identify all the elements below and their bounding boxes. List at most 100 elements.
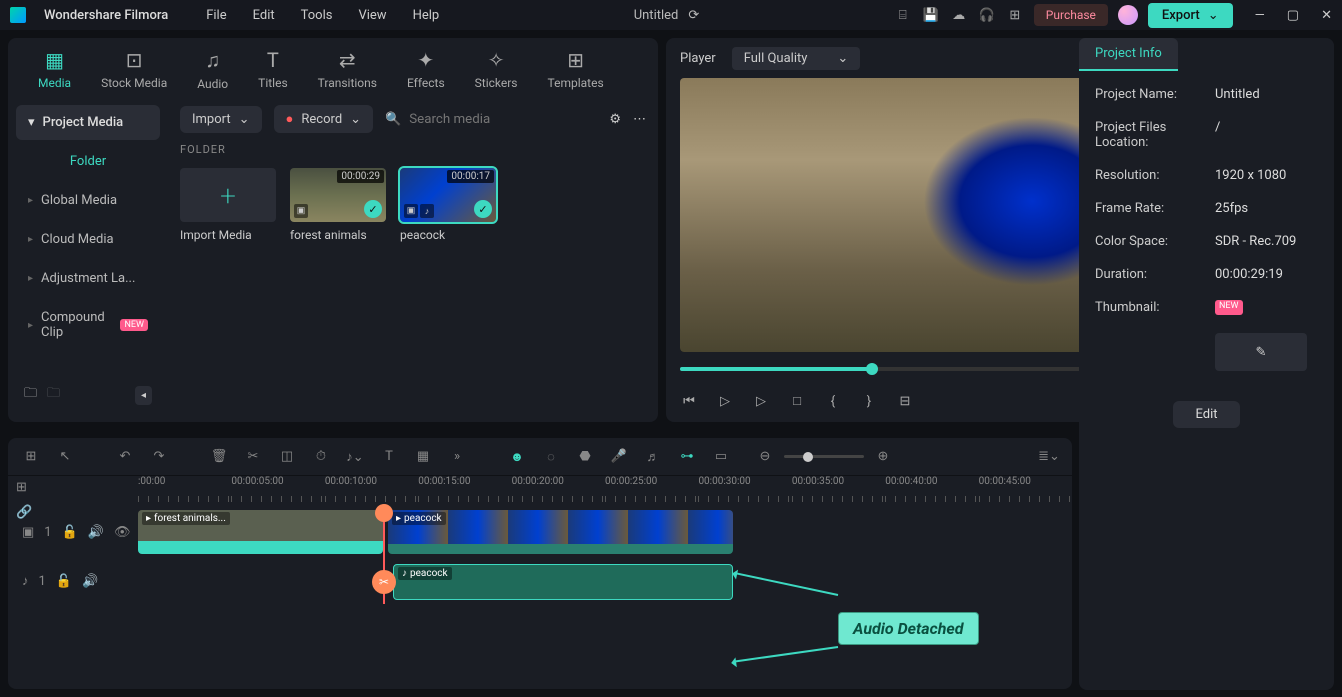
doc-title-area: Untitled ⟳ — [457, 8, 876, 23]
stop-icon[interactable]: □ — [788, 392, 806, 410]
close-icon[interactable]: ✕ — [1321, 8, 1332, 23]
thumbnail-picker[interactable]: ✎ — [1215, 333, 1307, 371]
text-tool-icon[interactable]: T — [380, 448, 398, 466]
cursor-icon[interactable]: ↖ — [56, 448, 74, 466]
export-button[interactable]: Export⌄ — [1148, 3, 1233, 28]
purchase-button[interactable]: Purchase — [1034, 4, 1108, 26]
search-field[interactable] — [409, 112, 529, 127]
media-clip-peacock[interactable]: 00:00:17 ▣♪ ✓ peacock — [400, 168, 496, 242]
mark-out-icon[interactable]: } — [860, 392, 878, 410]
compare-icon[interactable]: ⊟ — [896, 392, 914, 410]
visible-icon[interactable]: 👁 — [114, 525, 131, 540]
tab-transitions[interactable]: ⇄Transitions — [318, 48, 377, 91]
playhead[interactable]: ✂ — [383, 506, 385, 604]
sidebar-item-cloud[interactable]: ▸Cloud Media — [16, 222, 160, 257]
track-options-icon[interactable]: ≣⌄ — [1040, 448, 1058, 466]
apps-icon[interactable]: ⊞ — [1006, 6, 1024, 24]
sidebar-item-adjustment[interactable]: ▸Adjustment La... — [16, 261, 160, 296]
prev-frame-icon[interactable]: ⏮ — [680, 392, 698, 410]
tab-effects[interactable]: ✦Effects — [407, 48, 445, 91]
color-tool-icon[interactable]: ▦ — [414, 448, 432, 466]
menu-view[interactable]: View — [358, 8, 386, 23]
menu-tools[interactable]: Tools — [301, 8, 333, 23]
headphones-icon[interactable]: 🎧 — [978, 6, 996, 24]
search-input[interactable]: 🔍 — [385, 112, 597, 127]
new-folder-icon[interactable]: 🗀 — [24, 384, 37, 406]
lock-icon[interactable]: 🔓 — [62, 525, 78, 540]
next-frame-icon[interactable]: ▷ — [752, 392, 770, 410]
maximize-icon[interactable]: ▢ — [1287, 8, 1299, 23]
new-badge: NEW — [1215, 300, 1243, 315]
import-dropdown[interactable]: Import⌄ — [180, 106, 262, 133]
edit-button[interactable]: Edit — [1173, 401, 1239, 428]
sidebar-item-compound[interactable]: ▸Compound ClipNEW — [16, 300, 160, 350]
project-info-tab[interactable]: Project Info — [1079, 38, 1178, 71]
scissors-icon[interactable]: ✂ — [372, 570, 396, 594]
mute-icon[interactable]: 🔊 — [82, 574, 98, 589]
ai-icon[interactable]: ☻ — [508, 448, 526, 466]
zoom-out-icon[interactable]: ⊖ — [756, 448, 774, 466]
more-icon[interactable]: ⋯ — [633, 112, 646, 127]
ratio-icon[interactable]: ▭ — [712, 448, 730, 466]
cloud-icon[interactable]: ☁ — [950, 6, 968, 24]
folder-tab[interactable]: Folder — [16, 144, 160, 179]
more-tools-icon[interactable]: » — [448, 448, 466, 466]
mute-icon[interactable]: 🔊 — [88, 525, 104, 540]
media-clip-forest[interactable]: 00:00:29 ▣ ✓ forest animals — [290, 168, 386, 242]
tab-media[interactable]: ▦Media — [38, 48, 71, 91]
ruler-tick: 00:00:45:00 — [979, 476, 1072, 506]
sidebar-item-global[interactable]: ▸Global Media — [16, 183, 160, 218]
save-icon[interactable]: 💾 — [922, 6, 940, 24]
record-dropdown[interactable]: ●Record⌄ — [274, 105, 374, 133]
cut-icon[interactable]: ✂ — [244, 448, 262, 466]
minimize-icon[interactable]: — — [1255, 8, 1265, 23]
menu-edit[interactable]: Edit — [253, 8, 275, 23]
layout-icon[interactable]: ⊞ — [22, 448, 40, 466]
collapse-sidebar-icon[interactable]: ◂ — [135, 386, 152, 405]
redo-icon[interactable]: ↷ — [150, 448, 168, 466]
mark-in-icon[interactable]: { — [824, 392, 842, 410]
timeline-audio-clip[interactable]: ♪peacock — [393, 564, 733, 600]
quality-dropdown[interactable]: Full Quality⌄ — [732, 47, 861, 70]
scrub-handle[interactable] — [866, 363, 878, 375]
tab-audio[interactable]: ♫Audio — [197, 48, 228, 91]
magnet-icon[interactable]: ⊶ — [678, 448, 696, 466]
import-label: Import — [192, 112, 231, 127]
marker-icon[interactable]: ⬣ — [576, 448, 594, 466]
chevron-right-icon: ▸ — [28, 195, 33, 206]
mask-icon[interactable]: ◌ — [542, 448, 560, 466]
play-icon[interactable]: ▷ — [716, 392, 734, 410]
menu-file[interactable]: File — [206, 8, 226, 23]
record-label: Record — [301, 112, 342, 127]
media-icon: ▦ — [45, 48, 64, 72]
undo-icon[interactable]: ↶ — [116, 448, 134, 466]
zoom-handle[interactable] — [803, 452, 813, 462]
device-icon[interactable]: ⌸ — [894, 6, 912, 24]
speed-icon[interactable]: ⏱ — [312, 448, 330, 466]
timeline-clip-peacock[interactable]: ▸peacock — [388, 510, 733, 554]
lock-icon[interactable]: 🔓 — [56, 574, 72, 589]
menu-help[interactable]: Help — [413, 8, 440, 23]
titles-icon: T — [267, 48, 279, 72]
mic-icon[interactable]: 🎤 — [610, 448, 628, 466]
sidebar-project-media[interactable]: ▾Project Media — [16, 105, 160, 140]
annotation-label: Audio Detached — [838, 612, 979, 645]
sync-icon[interactable]: ⟳ — [688, 8, 699, 23]
scrub-bar[interactable] — [680, 367, 1148, 371]
zoom-in-icon[interactable]: ⊕ — [874, 448, 892, 466]
filter-icon[interactable]: ⚙ — [609, 112, 621, 127]
timeline-clip-forest[interactable]: ▸forest animals... — [138, 510, 383, 554]
import-media-card[interactable]: + Import Media — [180, 168, 276, 242]
tab-stock[interactable]: ⊡Stock Media — [101, 48, 167, 91]
new-bin-icon[interactable]: 🗀 — [47, 384, 60, 406]
tab-templates[interactable]: ⊞Templates — [548, 48, 604, 91]
tab-stickers[interactable]: ✧Stickers — [475, 48, 518, 91]
mixer-icon[interactable]: ♬ — [644, 448, 662, 466]
audio-tool-icon[interactable]: ♪⌄ — [346, 448, 364, 466]
zoom-slider[interactable] — [784, 455, 864, 458]
timeline-ruler[interactable]: :00:00 00:00:05:00 00:00:10:00 00:00:15:… — [8, 476, 1072, 506]
delete-icon[interactable]: 🗑 — [210, 448, 228, 466]
avatar[interactable] — [1118, 5, 1138, 25]
tab-titles[interactable]: TTitles — [258, 48, 287, 91]
crop-icon[interactable]: ◫ — [278, 448, 296, 466]
